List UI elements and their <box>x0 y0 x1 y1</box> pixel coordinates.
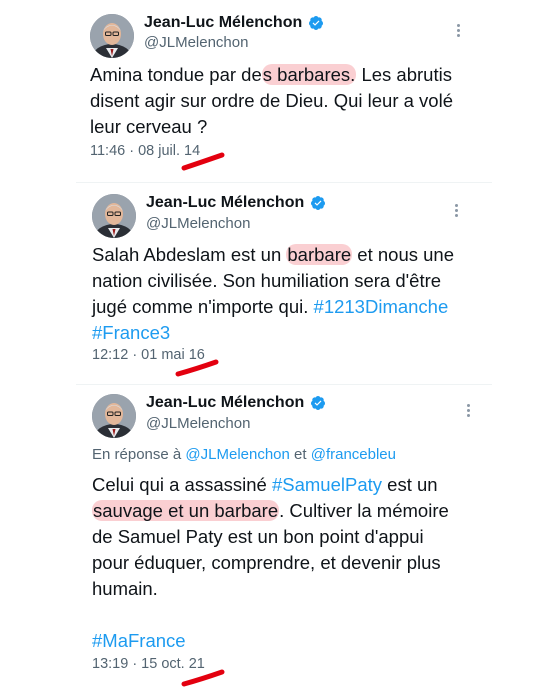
tweet-text-segment: et nous une <box>352 244 454 265</box>
reply-prefix: En réponse à <box>92 446 186 463</box>
tweet-2[interactable]: Jean-Luc Mélenchon @JLMelenchon Salah Ab… <box>0 186 552 386</box>
tweet-text-line: pour éduquer, comprendre, et devenir plu… <box>92 552 441 573</box>
avatar-image <box>90 14 134 58</box>
more-options-icon[interactable] <box>446 202 466 222</box>
red-underline-annotation <box>181 152 225 171</box>
tweet-text-segment: Salah Abdeslam est un <box>92 244 287 265</box>
verified-badge-icon <box>309 16 324 30</box>
avatar[interactable] <box>90 14 134 58</box>
avatar-image <box>92 394 136 438</box>
tweet-text-line: leur cerveau ? <box>90 116 208 137</box>
highlighted-word: s barbares. <box>261 64 357 85</box>
more-options-icon[interactable] <box>448 22 468 42</box>
hashtag-link[interactable]: #1213Dimanche <box>314 296 449 317</box>
avatar[interactable] <box>92 394 136 438</box>
verified-badge-icon <box>311 196 326 210</box>
tweet-text-segment: Amina tondue par de <box>90 64 262 85</box>
author-handle[interactable]: @JLMelenchon <box>146 215 250 232</box>
mention-link[interactable]: @francebleu <box>311 446 396 463</box>
hashtag-link[interactable]: #France3 <box>92 322 170 343</box>
more-options-icon[interactable] <box>458 402 478 422</box>
tweet-text: Celui qui a assassiné #SamuelPaty est un… <box>92 472 449 654</box>
tweet-text-segment: est un <box>382 474 438 495</box>
highlighted-word: barbare <box>286 244 353 265</box>
tweet-text-segment: Les abrutis <box>356 64 452 85</box>
tweet-text-line: disent agir sur ordre de Dieu. Qui leur … <box>90 90 453 111</box>
author-name-row[interactable]: Jean-Luc Mélenchon <box>146 194 326 212</box>
tweet-text-line: nation civilisée. Son humiliation sera d… <box>92 270 442 291</box>
tweet-1[interactable]: Jean-Luc Mélenchon @JLMelenchon Amina to… <box>0 0 552 180</box>
avatar[interactable] <box>92 194 136 238</box>
author-handle[interactable]: @JLMelenchon <box>146 415 250 432</box>
tweet-text: Amina tondue par des barbares. Les abrut… <box>90 62 453 140</box>
hashtag-link[interactable]: #MaFrance <box>92 630 186 651</box>
author-name[interactable]: Jean-Luc Mélenchon <box>146 394 304 412</box>
red-underline-annotation <box>175 359 219 377</box>
tweet-text-line: humain. <box>92 578 158 599</box>
author-name-row[interactable]: Jean-Luc Mélenchon <box>144 14 324 32</box>
hashtag-link[interactable]: #SamuelPaty <box>272 474 382 495</box>
author-handle[interactable]: @JLMelenchon <box>144 34 248 51</box>
tweet-text-line: de Samuel Paty est un bon point d'appui <box>92 526 424 547</box>
tweet-text-segment: . Cultiver la mémoire <box>279 500 449 521</box>
author-name-row[interactable]: Jean-Luc Mélenchon <box>146 394 326 412</box>
mention-link[interactable]: @JLMelenchon <box>185 446 289 463</box>
reply-context: En réponse à @JLMelenchon et @francebleu <box>92 446 396 463</box>
author-name[interactable]: Jean-Luc Mélenchon <box>146 194 304 212</box>
divider <box>76 384 492 385</box>
tweet-3[interactable]: Jean-Luc Mélenchon @JLMelenchon En répon… <box>0 386 552 690</box>
red-underline-annotation <box>181 669 225 687</box>
reply-conjunction: et <box>289 446 311 463</box>
avatar-image <box>92 194 136 238</box>
tweet-text-segment: Celui qui a assassiné <box>92 474 272 495</box>
divider <box>76 182 492 183</box>
author-name[interactable]: Jean-Luc Mélenchon <box>144 14 302 32</box>
tweet-text: Salah Abdeslam est un barbare et nous un… <box>92 242 454 346</box>
tweet-text-segment: jugé comme n'importe qui. <box>92 296 314 317</box>
highlighted-phrase: sauvage et un barbare <box>92 500 280 521</box>
verified-badge-icon <box>311 396 326 410</box>
